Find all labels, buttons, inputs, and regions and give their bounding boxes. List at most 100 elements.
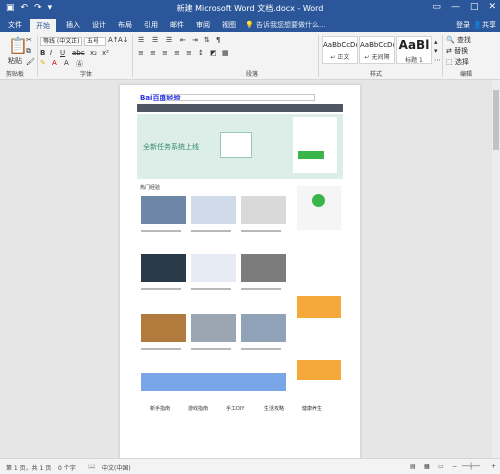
ribbon-tabs: 文件 开始 插入 设计 布局 引用 邮件 审阅 视图 💡 告诉我您想要做什么..… xyxy=(0,18,500,32)
shrink-font-icon[interactable]: A↓ xyxy=(118,36,129,44)
style-sample: AaBbCcDc xyxy=(323,41,357,49)
zoom-slider[interactable]: ──┼── xyxy=(462,463,480,470)
embedded-footer-link: 生活攻略 xyxy=(264,406,285,412)
align-center-icon[interactable]: ≡ xyxy=(150,49,156,57)
style-no-spacing[interactable]: AaBbCcDc ↵ 无间隔 xyxy=(359,36,395,64)
embedded-banner-text: 全新任务系统上线 xyxy=(143,143,199,151)
borders-icon[interactable]: ▦ xyxy=(222,49,229,57)
word-count[interactable]: 0 个字 xyxy=(58,463,76,472)
sort-icon[interactable]: ⇅ xyxy=(204,36,210,44)
styles-more-icon[interactable]: ⋯ xyxy=(434,56,441,64)
read-mode-icon[interactable]: ▤ xyxy=(410,463,416,470)
ribbon: 📋 粘贴 ✂ ⧉ 🖌 剪贴板 等线 (中文正) 五号 A↑ A↓ B I U a… xyxy=(0,32,500,80)
window-controls: ▭ — □ ✕ xyxy=(432,2,496,12)
embedded-thumbnail xyxy=(141,196,186,224)
maximize-icon[interactable]: □ xyxy=(470,2,479,12)
style-normal[interactable]: AaBbCcDc ↵ 正文 xyxy=(322,36,358,64)
editing-group-label: 编辑 xyxy=(460,71,473,78)
superscript-icon[interactable]: x² xyxy=(102,49,109,57)
replace-label: 替换 xyxy=(454,47,469,55)
embedded-caption-line xyxy=(141,230,181,232)
strikethrough-icon[interactable]: abc xyxy=(72,49,85,57)
replace-button[interactable]: ⇄ 替换 xyxy=(446,46,468,56)
embedded-thumbnail xyxy=(141,314,186,342)
window-title: 新建 Microsoft Word 文档.docx - Word xyxy=(176,4,324,13)
align-right-icon[interactable]: ≡ xyxy=(162,49,168,57)
font-color-icon[interactable]: A xyxy=(52,59,57,67)
embedded-footer-link: 游戏指南 xyxy=(188,406,209,412)
zoom-out-icon[interactable]: − xyxy=(452,463,457,470)
paste-button-label[interactable]: 粘贴 xyxy=(8,56,22,66)
italic-icon[interactable]: I xyxy=(50,49,52,57)
multilevel-list-icon[interactable]: ☰ xyxy=(166,36,172,44)
separator xyxy=(442,35,443,77)
style-sample: AaBbCcDc xyxy=(360,41,394,49)
zoom-in-icon[interactable]: + xyxy=(491,463,496,470)
numbering-icon[interactable]: ☰ xyxy=(152,36,158,44)
proofing-icon[interactable]: 📖 xyxy=(88,463,95,470)
underline-icon[interactable]: U xyxy=(60,49,65,57)
tab-mailings[interactable]: 邮件 xyxy=(170,20,184,30)
select-button[interactable]: ⬚ 选择 xyxy=(446,57,469,67)
char-shading-icon[interactable]: A xyxy=(64,59,69,67)
style-heading-1[interactable]: AaBl 标题 1 xyxy=(396,36,432,64)
styles-scroll-up-icon[interactable]: ▴ xyxy=(434,38,438,46)
distributed-icon[interactable]: ≡ xyxy=(186,49,192,57)
tab-home[interactable]: 开始 xyxy=(30,19,56,32)
paste-icon[interactable]: 📋 xyxy=(8,36,28,55)
print-layout-icon[interactable]: ▦ xyxy=(424,463,430,470)
tab-references[interactable]: 引用 xyxy=(144,20,158,30)
bullets-icon[interactable]: ☰ xyxy=(138,36,144,44)
embedded-calendar xyxy=(220,132,252,158)
font-group-label: 字体 xyxy=(80,71,93,78)
subscript-icon[interactable]: x₂ xyxy=(90,49,97,57)
embedded-side-ad xyxy=(297,296,341,318)
shading-icon[interactable]: ◩ xyxy=(210,49,217,57)
increase-indent-icon[interactable]: ⇥ xyxy=(192,36,198,44)
cut-icon[interactable]: ✂ xyxy=(26,36,32,44)
tab-layout[interactable]: 布局 xyxy=(118,20,132,30)
highlight-icon[interactable]: ✎ xyxy=(40,59,46,67)
embedded-thumbnail xyxy=(141,254,186,282)
tab-insert[interactable]: 插入 xyxy=(66,20,80,30)
close-icon[interactable]: ✕ xyxy=(488,2,496,12)
copy-icon[interactable]: ⧉ xyxy=(26,47,31,56)
separator xyxy=(318,35,319,77)
bold-icon[interactable]: B xyxy=(40,49,45,57)
tab-review[interactable]: 审阅 xyxy=(196,20,210,30)
embedded-thumbnail xyxy=(191,196,236,224)
embedded-hot-tab: 热门经验 xyxy=(140,185,161,191)
justify-icon[interactable]: ≡ xyxy=(174,49,180,57)
font-name-select[interactable]: 等线 (中文正) xyxy=(40,37,82,46)
decrease-indent-icon[interactable]: ⇤ xyxy=(180,36,186,44)
embedded-caption-line xyxy=(241,348,281,350)
align-left-icon[interactable]: ≡ xyxy=(138,49,144,57)
style-name: ↵ 无间隔 xyxy=(364,54,390,61)
tab-file[interactable]: 文件 xyxy=(8,20,22,30)
scrollbar-thumb[interactable] xyxy=(493,90,499,150)
web-layout-icon[interactable]: ▭ xyxy=(438,463,444,470)
format-painter-icon[interactable]: 🖌 xyxy=(26,58,35,66)
embedded-caption-line xyxy=(191,288,231,290)
tell-me-search[interactable]: 💡 告诉我您想要做什么... xyxy=(245,20,326,30)
page-count[interactable]: 第 1 页，共 1 页 xyxy=(6,463,51,472)
embedded-green-button xyxy=(298,151,324,159)
share-button[interactable]: 👤共享 xyxy=(473,20,496,30)
minimize-icon[interactable]: — xyxy=(451,2,460,12)
title-bar: ▣ ↶ ↷ ▾ 新建 Microsoft Word 文档.docx - Word… xyxy=(0,0,500,18)
tab-design[interactable]: 设计 xyxy=(92,20,106,30)
show-marks-icon[interactable]: ¶ xyxy=(216,36,220,44)
enclose-char-icon[interactable]: Ⓐ xyxy=(76,59,83,69)
clipboard-label: 剪贴板 xyxy=(6,71,25,78)
tab-view[interactable]: 视图 xyxy=(222,20,236,30)
find-button[interactable]: 🔍 查找 xyxy=(446,35,471,45)
style-name: 标题 1 xyxy=(405,57,423,64)
line-spacing-icon[interactable]: ↕ xyxy=(198,49,204,57)
ribbon-display-icon[interactable]: ▭ xyxy=(432,2,441,12)
login-link[interactable]: 登录 xyxy=(456,20,470,30)
share-label: 共享 xyxy=(482,21,496,29)
font-size-select[interactable]: 五号 xyxy=(84,37,106,46)
language-indicator[interactable]: 中文(中国) xyxy=(102,463,131,472)
styles-scroll-down-icon[interactable]: ▾ xyxy=(434,47,438,55)
embedded-nav-bar xyxy=(137,104,343,112)
